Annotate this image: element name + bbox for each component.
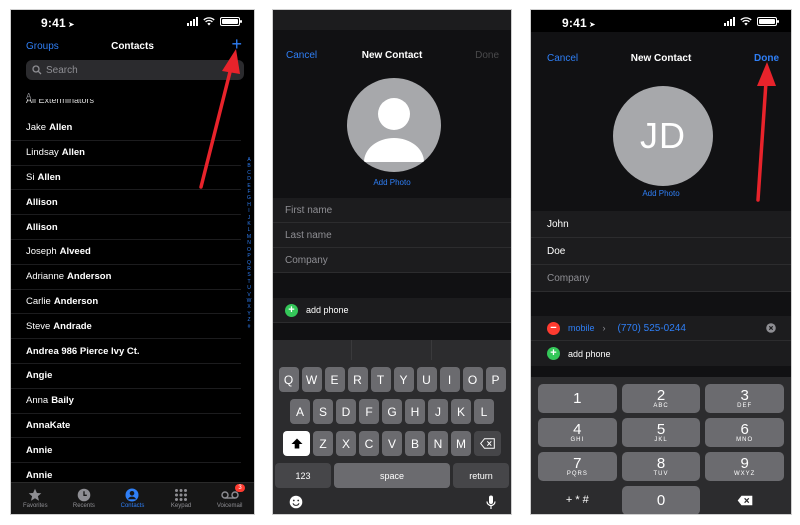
arrow-to-add-button xyxy=(199,49,240,189)
annotation-arrows xyxy=(199,49,776,202)
arrow-to-done-button xyxy=(756,62,776,202)
